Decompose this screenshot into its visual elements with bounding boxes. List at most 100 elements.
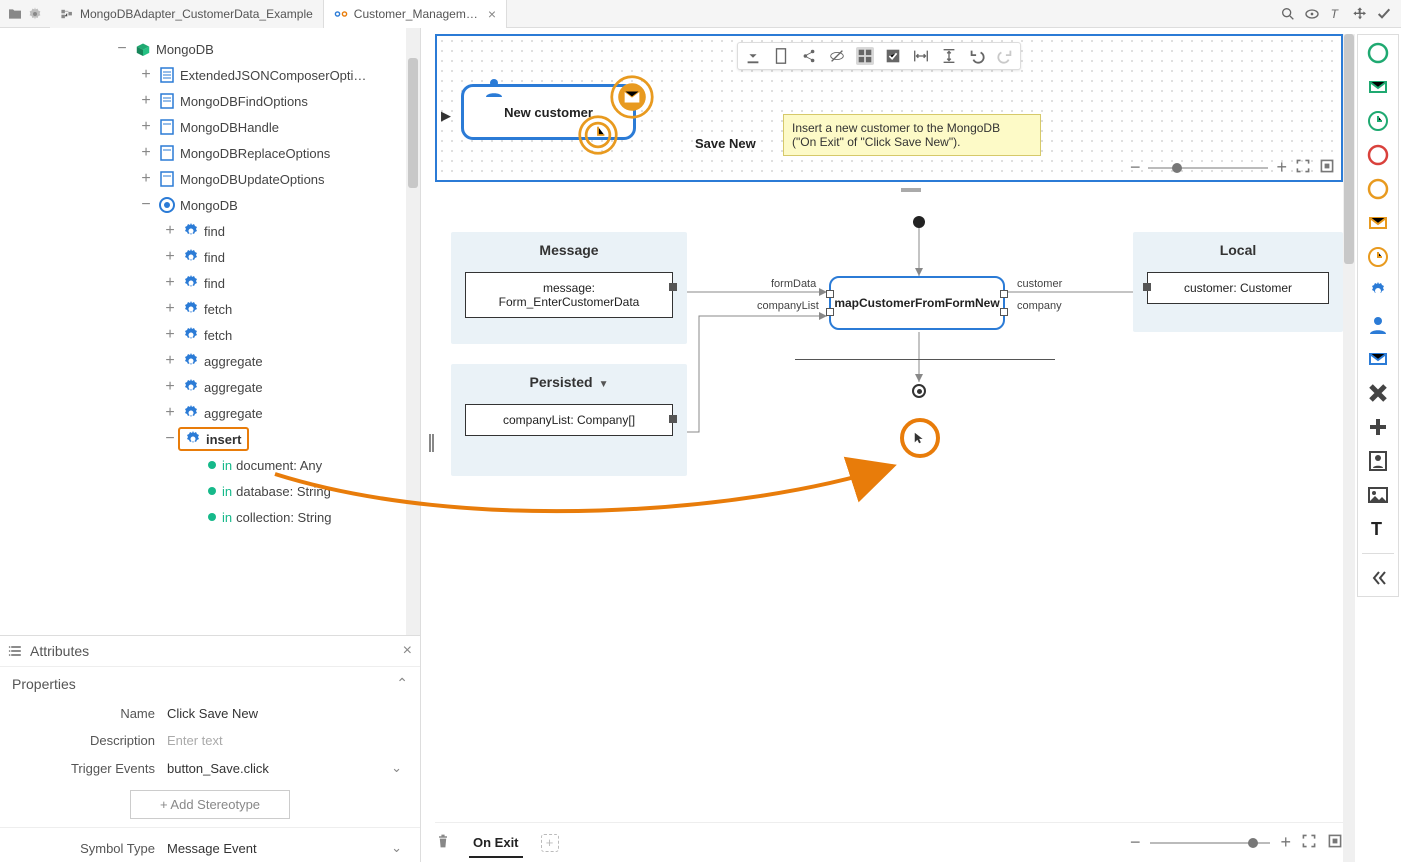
palette-clock-green[interactable] (1366, 109, 1390, 133)
output-port[interactable] (669, 415, 677, 423)
expand-icon[interactable]: + (138, 118, 154, 136)
tree-node-op[interactable]: +find (4, 218, 420, 244)
tree-node-op[interactable]: +aggregate (4, 374, 420, 400)
palette-plus-icon[interactable] (1366, 415, 1390, 439)
tree-node-op[interactable]: +aggregate (4, 400, 420, 426)
palette-portrait-icon[interactable] (1366, 449, 1390, 473)
zoom-in-icon[interactable]: + (1276, 157, 1287, 178)
expand-icon[interactable]: + (162, 378, 178, 396)
download-icon[interactable] (744, 47, 762, 65)
input-port[interactable] (826, 308, 834, 316)
tree-node-param[interactable]: incollection: String (4, 504, 420, 530)
expand-icon[interactable]: + (138, 66, 154, 84)
undo-icon[interactable] (968, 47, 986, 65)
fullscreen-icon[interactable] (1301, 833, 1317, 852)
tree-node[interactable]: +MongoDBFindOptions (4, 88, 420, 114)
eye-icon[interactable] (1303, 5, 1321, 23)
palette-mail-orange[interactable] (1366, 211, 1390, 235)
chevron-down-icon[interactable]: ⌄ (391, 840, 408, 856)
diagram-canvas[interactable]: Message message: Form_EnterCustomerData … (435, 204, 1343, 810)
fit-icon[interactable] (1319, 158, 1335, 177)
palette-person-blue[interactable] (1366, 313, 1390, 337)
tree-node-op[interactable]: +aggregate (4, 348, 420, 374)
output-port[interactable] (1000, 290, 1008, 298)
collapse-icon[interactable]: − (162, 430, 178, 448)
zoom-in-icon[interactable]: + (1280, 832, 1291, 853)
tab-model[interactable]: MongoDBAdapter_CustomerData_Example (50, 0, 324, 28)
prop-trigger-value[interactable]: button_Save.click (167, 761, 391, 776)
tree-node-param[interactable]: indatabase: String (4, 478, 420, 504)
tab-editor[interactable]: Customer_Managem… × (324, 0, 507, 28)
tree-node[interactable]: +MongoDBHandle (4, 114, 420, 140)
eye-off-icon[interactable] (828, 47, 846, 65)
tree-node-op[interactable]: +fetch (4, 322, 420, 348)
trash-icon[interactable] (435, 833, 451, 852)
folder-icon[interactable] (6, 5, 24, 23)
tree-scrollbar[interactable] (406, 28, 420, 635)
add-tab-button[interactable]: + (541, 834, 559, 852)
palette-mail-blue[interactable] (1366, 347, 1390, 371)
zoom-slider[interactable] (1148, 167, 1268, 169)
add-stereotype-button[interactable]: + Add Stereotype (130, 790, 290, 819)
palette-clock-orange[interactable] (1366, 245, 1390, 269)
tree-node[interactable]: +ExtendedJSONComposerOpti… (4, 62, 420, 88)
start-node[interactable] (913, 216, 925, 228)
local-box[interactable]: customer: Customer (1147, 272, 1329, 304)
tree-view[interactable]: − MongoDB +ExtendedJSONComposerOpti… +Mo… (0, 28, 420, 635)
tree-node[interactable]: +MongoDBUpdateOptions (4, 166, 420, 192)
canvas-scrollbar[interactable] (1343, 34, 1355, 862)
tree-node-op[interactable]: +find (4, 244, 420, 270)
page-icon[interactable] (772, 47, 790, 65)
palette-circle-red[interactable] (1366, 143, 1390, 167)
drag-handle[interactable] (901, 188, 921, 192)
tree-node-op[interactable]: +find (4, 270, 420, 296)
expand-icon[interactable]: + (162, 300, 178, 318)
chevron-down-icon[interactable]: ▼ (599, 379, 609, 390)
prop-name-value[interactable]: Click Save New (167, 706, 408, 721)
persisted-box[interactable]: companyList: Company[] (465, 404, 673, 436)
properties-section[interactable]: Properties ⌃ (0, 667, 420, 700)
expand-icon[interactable]: + (162, 404, 178, 422)
check-icon[interactable] (1375, 5, 1393, 23)
expand-icon[interactable]: + (138, 92, 154, 110)
palette-text-icon[interactable]: T (1366, 517, 1390, 541)
chevron-up-icon[interactable]: ⌃ (396, 675, 408, 692)
output-port[interactable] (669, 283, 677, 291)
expand-icon[interactable]: + (162, 222, 178, 240)
note-annotation[interactable]: Insert a new customer to the MongoDB ("O… (783, 114, 1041, 156)
expand-icon[interactable]: + (162, 248, 178, 266)
text-icon[interactable]: T (1327, 5, 1345, 23)
expand-icon[interactable]: + (162, 326, 178, 344)
palette-collapse-icon[interactable] (1366, 566, 1390, 590)
collapse-icon[interactable]: − (138, 196, 154, 214)
persisted-panel[interactable]: Persisted▼ companyList: Company[] (451, 364, 687, 476)
palette-mail-green[interactable] (1366, 75, 1390, 99)
tab-on-exit[interactable]: On Exit (469, 827, 523, 858)
close-icon[interactable]: × (488, 6, 496, 22)
zoom-slider[interactable] (1150, 842, 1270, 844)
palette-circle-orange[interactable] (1366, 177, 1390, 201)
fullscreen-icon[interactable] (1295, 158, 1311, 177)
tree-node-package[interactable]: − MongoDB (4, 36, 420, 62)
tree-node-op[interactable]: +fetch (4, 296, 420, 322)
search-icon[interactable] (1279, 5, 1297, 23)
zoom-out-icon[interactable]: − (1130, 832, 1141, 853)
gear-icon[interactable] (26, 5, 44, 23)
chevron-down-icon[interactable]: ⌄ (391, 760, 408, 776)
message-box[interactable]: message: Form_EnterCustomerData (465, 272, 673, 318)
prop-desc-input[interactable]: Enter text (167, 733, 408, 748)
expand-icon[interactable]: + (138, 144, 154, 162)
zoom-out-icon[interactable]: − (1130, 157, 1141, 178)
fit-width-icon[interactable] (912, 47, 930, 65)
map-node[interactable]: mapCustomerFromFormNew (829, 276, 1005, 330)
share-icon[interactable] (800, 47, 818, 65)
overview-strip[interactable]: ▶ New customer Save New Insert a new cus… (435, 34, 1343, 182)
palette-image-icon[interactable] (1366, 483, 1390, 507)
tree-node-insert[interactable]: − insert (4, 426, 420, 452)
tree-node-class[interactable]: −MongoDB (4, 192, 420, 218)
input-port[interactable] (1143, 283, 1151, 291)
collapse-icon[interactable]: − (114, 40, 130, 58)
close-icon[interactable]: × (403, 642, 412, 660)
tree-node-param[interactable]: indocument: Any (4, 452, 420, 478)
grid-icon[interactable] (856, 47, 874, 65)
